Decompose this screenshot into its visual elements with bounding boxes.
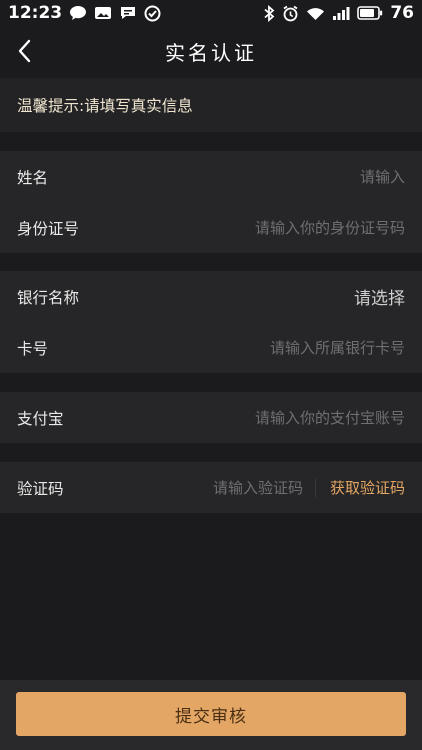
bank-info-group: 银行名称 请选择 卡号 [0,271,422,373]
verify-code-input[interactable] [162,478,303,497]
bottom-bar: 提交审核 [0,680,422,750]
alipay-input[interactable] [185,408,405,427]
bank-name-select[interactable]: 请选择 [354,284,405,309]
bluetooth-icon [263,4,275,22]
alipay-label: 支付宝 [17,409,64,428]
name-input[interactable] [185,167,405,186]
get-code-button[interactable]: 获取验证码 [330,477,405,498]
back-arrow-icon[interactable] [14,38,38,64]
name-row: 姓名 [0,151,422,202]
submit-button[interactable]: 提交审核 [16,692,406,736]
card-number-input[interactable] [185,338,405,357]
wifi-icon [306,6,325,21]
page-title: 实名认证 [165,40,257,65]
tip-banner: 温馨提示:请填写真实信息 [0,78,422,132]
id-number-input[interactable] [185,218,405,237]
alipay-row: 支付宝 [0,392,422,443]
check-circle-icon [144,5,161,22]
verify-code-label: 验证码 [17,479,64,498]
status-bar: 12:23 76 [0,0,422,26]
status-time: 12:23 [8,3,63,23]
card-number-row: 卡号 [0,322,422,373]
bank-name-row[interactable]: 银行名称 请选择 [0,271,422,322]
personal-info-group: 姓名 身份证号 [0,151,422,253]
battery-icon [357,6,383,20]
card-number-label: 卡号 [17,339,49,358]
signal-icon [332,5,350,21]
id-number-label: 身份证号 [17,219,80,238]
bank-name-label: 银行名称 [17,288,80,307]
alarm-icon [282,5,299,22]
message-bubble-icon [69,5,87,21]
image-icon [94,5,112,21]
alipay-group: 支付宝 [0,392,422,443]
verify-code-row: 验证码 获取验证码 [0,462,422,513]
tip-text: 温馨提示:请填写真实信息 [17,97,193,115]
verify-code-group: 验证码 获取验证码 [0,462,422,513]
name-label: 姓名 [17,168,49,187]
chat-icon [119,5,137,21]
id-number-row: 身份证号 [0,202,422,253]
battery-level: 76 [390,3,414,23]
divider [314,478,316,497]
app-header: 实名认证 [0,26,422,76]
